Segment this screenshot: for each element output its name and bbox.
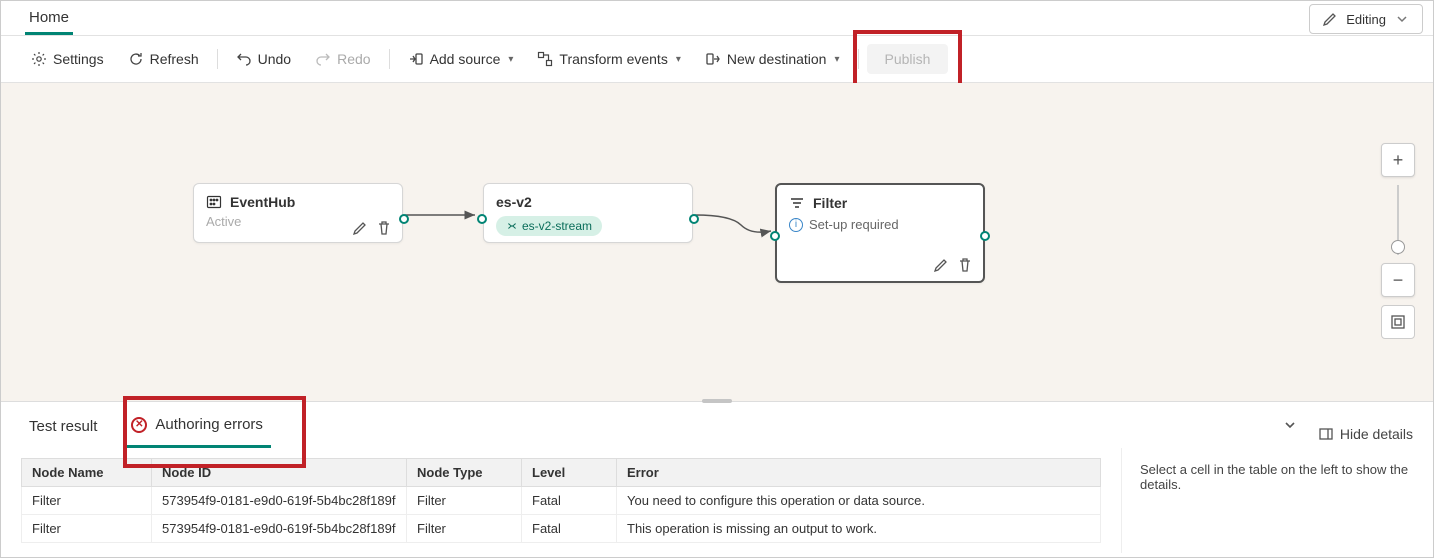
tab-test-result[interactable]: Test result bbox=[21, 404, 105, 447]
publish-button[interactable]: Publish bbox=[867, 44, 949, 74]
port-output[interactable] bbox=[399, 214, 409, 224]
divider bbox=[217, 49, 218, 69]
table-cell[interactable]: Filter bbox=[407, 515, 522, 543]
fit-icon bbox=[1390, 314, 1406, 330]
port-input[interactable] bbox=[770, 231, 780, 241]
transform-label: Transform events bbox=[559, 51, 667, 67]
filter-icon bbox=[789, 195, 805, 211]
redo-label: Redo bbox=[337, 51, 370, 67]
info-icon: i bbox=[789, 218, 803, 232]
stream-icon bbox=[506, 220, 518, 232]
new-destination-label: New destination bbox=[727, 51, 827, 67]
new-destination-button[interactable]: New destination ▾ bbox=[695, 45, 850, 73]
undo-icon bbox=[236, 51, 252, 67]
chevron-down-icon: ▾ bbox=[834, 54, 839, 65]
col-node-name[interactable]: Node Name bbox=[22, 459, 152, 487]
delete-node-button[interactable] bbox=[376, 220, 392, 236]
node-status: Set-up required bbox=[809, 217, 899, 232]
port-input[interactable] bbox=[477, 214, 487, 224]
fit-to-screen-button[interactable] bbox=[1381, 305, 1415, 339]
node-eventhub[interactable]: EventHub Active bbox=[193, 183, 403, 243]
transform-events-button[interactable]: Transform events ▾ bbox=[527, 45, 690, 73]
divider bbox=[389, 49, 390, 69]
tab-home[interactable]: Home bbox=[25, 3, 73, 35]
errors-table: Node Name Node ID Node Type Level Error … bbox=[21, 458, 1101, 543]
edit-node-button[interactable] bbox=[352, 220, 368, 236]
port-output[interactable] bbox=[689, 214, 699, 224]
table-cell[interactable]: 573954f9-0181-e9d0-619f-5b4bc28f189f bbox=[152, 487, 407, 515]
chevron-down-icon[interactable] bbox=[1282, 417, 1298, 433]
table-cell[interactable]: Filter bbox=[22, 515, 152, 543]
toolbar: Settings Refresh Undo Redo Add source ▾ … bbox=[1, 35, 1433, 83]
refresh-button[interactable]: Refresh bbox=[118, 45, 209, 73]
editing-mode-button[interactable]: Editing bbox=[1309, 4, 1423, 34]
details-placeholder: Select a cell in the table on the left t… bbox=[1121, 448, 1433, 553]
canvas[interactable]: EventHub Active es-v2 es-v2-stream Filte… bbox=[1, 83, 1433, 401]
trash-icon bbox=[376, 220, 392, 236]
col-node-type[interactable]: Node Type bbox=[407, 459, 522, 487]
refresh-label: Refresh bbox=[150, 51, 199, 67]
error-icon: ✕ bbox=[131, 417, 147, 433]
transform-icon bbox=[537, 51, 553, 67]
delete-node-button[interactable] bbox=[957, 257, 973, 273]
col-error[interactable]: Error bbox=[617, 459, 1101, 487]
chevron-down-icon: ▾ bbox=[508, 54, 513, 65]
destination-icon bbox=[705, 51, 721, 67]
table-cell[interactable]: 573954f9-0181-e9d0-619f-5b4bc28f189f bbox=[152, 515, 407, 543]
table-cell[interactable]: You need to configure this operation or … bbox=[617, 487, 1101, 515]
chip-label: es-v2-stream bbox=[522, 219, 592, 233]
undo-button[interactable]: Undo bbox=[226, 45, 301, 73]
node-title: EventHub bbox=[230, 194, 295, 210]
panel-icon bbox=[1318, 426, 1334, 442]
zoom-controls: + − bbox=[1381, 143, 1415, 339]
add-source-label: Add source bbox=[430, 51, 501, 67]
node-esv2[interactable]: es-v2 es-v2-stream bbox=[483, 183, 693, 243]
redo-button[interactable]: Redo bbox=[305, 45, 380, 73]
edit-node-button[interactable] bbox=[933, 257, 949, 273]
col-node-id[interactable]: Node ID bbox=[152, 459, 407, 487]
node-title: es-v2 bbox=[496, 194, 532, 210]
pencil-icon bbox=[1322, 11, 1338, 27]
tab-authoring-errors[interactable]: ✕ Authoring errors bbox=[123, 402, 271, 448]
tab-label: Authoring errors bbox=[155, 416, 263, 433]
zoom-in-button[interactable]: + bbox=[1381, 143, 1415, 177]
errors-panel: Test result ✕ Authoring errors Hide deta… bbox=[1, 401, 1433, 553]
table-cell[interactable]: Fatal bbox=[522, 487, 617, 515]
table-cell[interactable]: Fatal bbox=[522, 515, 617, 543]
zoom-thumb[interactable] bbox=[1391, 240, 1405, 254]
eventhub-icon bbox=[206, 194, 222, 210]
zoom-slider[interactable] bbox=[1397, 185, 1399, 255]
table-cell[interactable]: This operation is missing an output to w… bbox=[617, 515, 1101, 543]
chevron-down-icon bbox=[1394, 11, 1410, 27]
undo-label: Undo bbox=[258, 51, 291, 67]
refresh-icon bbox=[128, 51, 144, 67]
pencil-icon bbox=[352, 220, 368, 236]
pencil-icon bbox=[933, 257, 949, 273]
table-row[interactable]: Filter573954f9-0181-e9d0-619f-5b4bc28f18… bbox=[22, 487, 1101, 515]
settings-button[interactable]: Settings bbox=[21, 45, 114, 73]
redo-icon bbox=[315, 51, 331, 67]
table-cell[interactable]: Filter bbox=[407, 487, 522, 515]
chevron-down-icon: ▾ bbox=[676, 54, 681, 65]
table-row[interactable]: Filter573954f9-0181-e9d0-619f-5b4bc28f18… bbox=[22, 515, 1101, 543]
divider bbox=[858, 49, 859, 69]
table-cell[interactable]: Filter bbox=[22, 487, 152, 515]
hide-details-label: Hide details bbox=[1340, 426, 1413, 442]
editing-label: Editing bbox=[1346, 12, 1386, 27]
gear-icon bbox=[31, 51, 47, 67]
node-title: Filter bbox=[813, 195, 847, 211]
add-source-icon bbox=[408, 51, 424, 67]
port-output[interactable] bbox=[980, 231, 990, 241]
col-level[interactable]: Level bbox=[522, 459, 617, 487]
hide-details-button[interactable]: Hide details bbox=[1318, 426, 1413, 442]
zoom-out-button[interactable]: − bbox=[1381, 263, 1415, 297]
node-filter[interactable]: Filter i Set-up required bbox=[775, 183, 985, 283]
settings-label: Settings bbox=[53, 51, 104, 67]
stream-chip: es-v2-stream bbox=[496, 216, 602, 236]
add-source-button[interactable]: Add source ▾ bbox=[398, 45, 524, 73]
trash-icon bbox=[957, 257, 973, 273]
